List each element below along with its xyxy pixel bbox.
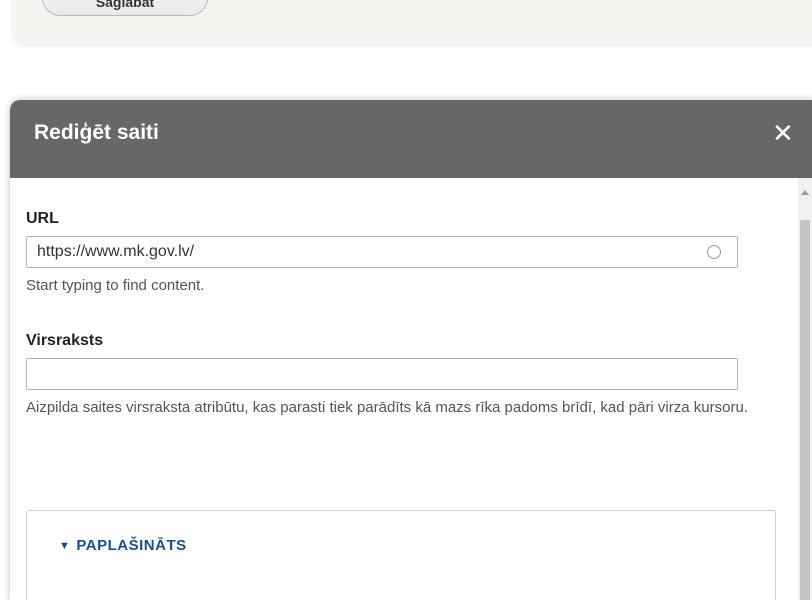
- close-icon[interactable]: ✕: [772, 120, 794, 146]
- scroll-thumb[interactable]: [800, 220, 810, 600]
- edit-link-dialog: Rediģēt saiti ✕ URL https://www.mk.gov.l…: [10, 100, 812, 600]
- url-input[interactable]: https://www.mk.gov.lv/: [26, 236, 738, 268]
- scroll-up-icon[interactable]: [801, 190, 809, 195]
- url-input-value: https://www.mk.gov.lv/: [37, 243, 195, 260]
- url-help-text: Start typing to find content.: [26, 277, 205, 294]
- autocomplete-throbber-icon: [707, 245, 721, 259]
- dialog-content: URL https://www.mk.gov.lv/ Start typing …: [10, 178, 800, 600]
- advanced-toggle[interactable]: ▼ PAPLAŠINĀTS: [59, 537, 187, 554]
- title-label: Virsraksts: [26, 332, 104, 349]
- save-button[interactable]: Saglabāt: [42, 0, 208, 16]
- advanced-details: ▼ PAPLAŠINĀTS: [26, 510, 776, 600]
- save-button-label: Saglabāt: [95, 0, 155, 10]
- dialog-scrollbar[interactable]: [798, 178, 812, 600]
- url-label: URL: [26, 210, 59, 227]
- advanced-label: PAPLAŠINĀTS: [76, 537, 187, 554]
- triangle-down-icon: ▼: [59, 540, 71, 552]
- form-actions-panel: Saglabāt: [12, 0, 812, 44]
- title-help-text: Aizpilda saites virsraksta atribūtu, kas…: [26, 399, 748, 416]
- title-input[interactable]: [26, 358, 738, 390]
- dialog-title: Rediģēt saiti: [34, 121, 159, 144]
- dialog-titlebar: Rediģēt saiti ✕: [10, 100, 812, 178]
